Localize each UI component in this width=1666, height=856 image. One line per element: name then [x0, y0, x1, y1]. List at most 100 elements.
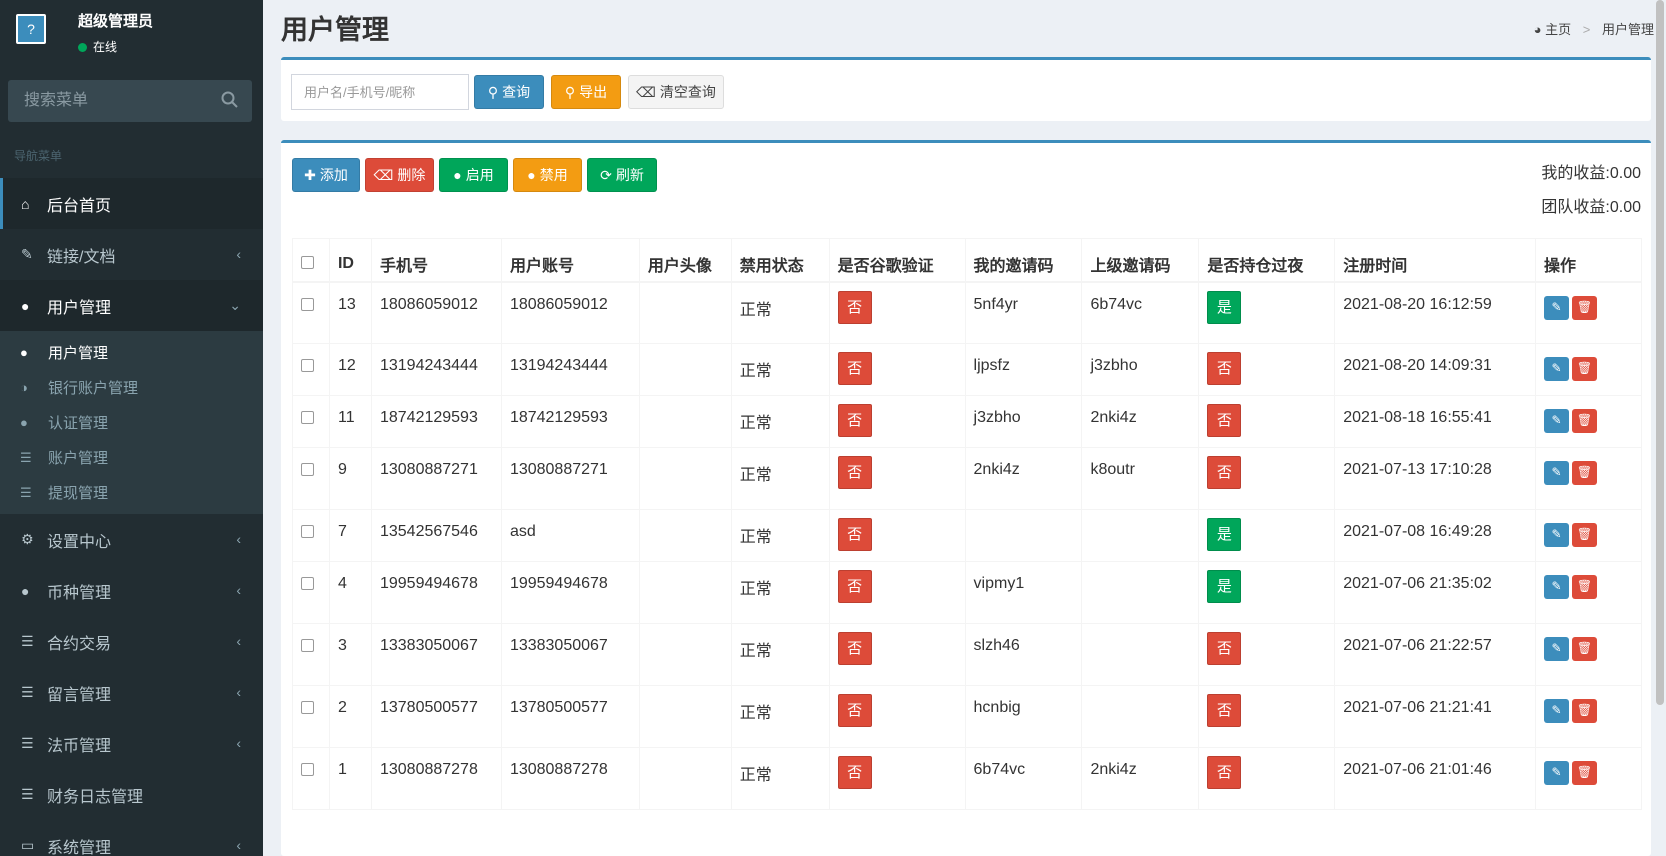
- sidebar-item-users[interactable]: ● 用户管理 ⌄: [0, 280, 263, 331]
- submenu-item-accounts[interactable]: ☰ 账户管理: [0, 440, 263, 475]
- table-row[interactable]: 13 18086059012 18086059012 正常否 5nf4yr 6b74vc 是…: [292, 281, 1642, 344]
- row-checkbox[interactable]: [301, 763, 314, 776]
- table-row[interactable]: 9 13080887271 13080887271 正常否 2nki4z k8outr 否 2…: [292, 447, 1642, 510]
- google-auth-toggle[interactable]: 否: [837, 570, 872, 603]
- google-auth-toggle[interactable]: 否: [837, 352, 872, 385]
- trash-icon[interactable]: 🗑: [1572, 461, 1598, 485]
- edit-icon[interactable]: ✎: [1544, 409, 1570, 433]
- sidebar-item-system[interactable]: ▭ 系统管理 ‹: [0, 820, 263, 856]
- column-header[interactable]: 用户头像: [638, 238, 732, 283]
- sidebar-item-links[interactable]: ✎ 链接/文档 ‹: [0, 229, 263, 280]
- sidebar-item-label: 用户管理: [47, 299, 112, 317]
- column-header[interactable]: ID: [328, 238, 372, 283]
- row-checkbox[interactable]: [301, 525, 314, 538]
- table-row[interactable]: 1 13080887278 13080887278 正常否 6b74vc 2nki4z 否 2…: [292, 747, 1642, 810]
- search-input[interactable]: [291, 74, 469, 110]
- row-checkbox[interactable]: [301, 639, 314, 652]
- menu-search-input[interactable]: [8, 80, 208, 122]
- trash-icon[interactable]: 🗑: [1572, 575, 1598, 599]
- column-header[interactable]: 手机号: [370, 238, 502, 283]
- column-header[interactable]: 我的邀请码: [964, 238, 1083, 283]
- overnight-toggle[interactable]: 是: [1207, 518, 1242, 551]
- column-header[interactable]: 注册时间: [1334, 238, 1537, 283]
- row-checkbox[interactable]: [301, 463, 314, 476]
- edit-icon[interactable]: ✎: [1544, 699, 1570, 723]
- status-cell: 正常: [730, 343, 830, 396]
- column-header[interactable]: 是否持仓过夜: [1198, 238, 1336, 283]
- overnight-toggle[interactable]: 否: [1207, 632, 1242, 665]
- row-checkbox[interactable]: [301, 577, 314, 590]
- breadcrumb-home[interactable]: 主页: [1545, 22, 1571, 37]
- google-auth-toggle[interactable]: 否: [837, 456, 872, 489]
- table-row[interactable]: 11 18742129593 18742129593 正常否 j3zbho 2nki4z 否…: [292, 395, 1642, 448]
- enable-button[interactable]: ● 启用: [439, 158, 508, 192]
- trash-icon[interactable]: 🗑: [1572, 637, 1598, 661]
- edit-icon[interactable]: ✎: [1544, 523, 1570, 547]
- sidebar-item-contracts[interactable]: ☰ 合约交易 ‹: [0, 616, 263, 667]
- overnight-toggle[interactable]: 否: [1207, 694, 1242, 727]
- sidebar-item-fiat[interactable]: ☰ 法币管理 ‹: [0, 718, 263, 769]
- sidebar-item-home[interactable]: ⌂ 后台首页: [0, 178, 263, 229]
- select-all-checkbox[interactable]: [301, 255, 314, 269]
- search-icon: ⚲: [487, 83, 499, 100]
- column-header[interactable]: 用户账号: [500, 238, 640, 283]
- submenu-item-withdrawals[interactable]: ☰ 提现管理: [0, 475, 263, 510]
- query-button[interactable]: ⚲ 查询: [474, 75, 544, 109]
- edit-icon[interactable]: ✎: [1544, 461, 1570, 485]
- google-auth-toggle[interactable]: 否: [837, 404, 872, 437]
- submenu-item-bank-accounts[interactable]: ◑ 银行账户管理: [0, 370, 263, 405]
- submenu-item-user-management[interactable]: ● 用户管理: [0, 335, 263, 370]
- trash-icon[interactable]: 🗑: [1572, 409, 1598, 433]
- trash-icon[interactable]: 🗑: [1572, 523, 1598, 547]
- google-auth-toggle[interactable]: 否: [837, 518, 872, 551]
- overnight-toggle[interactable]: 否: [1207, 456, 1242, 489]
- trash-icon[interactable]: 🗑: [1572, 295, 1598, 320]
- overnight-toggle[interactable]: 否: [1207, 756, 1242, 789]
- overnight-toggle[interactable]: 是: [1207, 290, 1242, 324]
- disable-button[interactable]: ● 禁用: [513, 158, 582, 192]
- trash-icon[interactable]: 🗑: [1572, 761, 1598, 785]
- table-row[interactable]: 12 13194243444 13194243444 正常否 ljpsfz j3zbho 否…: [292, 343, 1642, 396]
- table-row[interactable]: 2 13780500577 13780500577 正常否 hcnbig 否 2021-07…: [292, 685, 1642, 748]
- export-button[interactable]: ⚲ 导出: [551, 75, 621, 109]
- column-header[interactable]: 禁用状态: [730, 238, 830, 283]
- edit-icon[interactable]: ✎: [1544, 761, 1570, 785]
- chevron-left-icon: ‹: [236, 633, 241, 649]
- row-checkbox[interactable]: [301, 701, 314, 714]
- add-button[interactable]: ✚ 添加: [292, 158, 360, 192]
- edit-icon[interactable]: ✎: [1544, 357, 1570, 381]
- phone-cell: 18742129593: [370, 395, 502, 448]
- table-row[interactable]: 7 13542567546 asd 正常否是 2021-07-08 16:49:28 ✎ 🗑: [292, 509, 1642, 562]
- table-row[interactable]: 4 19959494678 19959494678 正常否 vipmy1 是 2021-07…: [292, 561, 1642, 624]
- delete-button[interactable]: ⌫ 删除: [365, 158, 434, 192]
- google-auth-toggle[interactable]: 否: [837, 632, 872, 665]
- trash-icon[interactable]: 🗑: [1572, 357, 1598, 381]
- sidebar-item-currency[interactable]: ● 币种管理 ‹: [0, 565, 263, 616]
- table-row[interactable]: 3 13383050067 13383050067 正常否 slzh46 否 2021-07…: [292, 623, 1642, 686]
- overnight-toggle[interactable]: 是: [1207, 570, 1242, 603]
- google-auth-toggle[interactable]: 否: [837, 756, 872, 789]
- column-header[interactable]: 是否谷歌验证: [828, 238, 966, 283]
- google-auth-toggle[interactable]: 否: [837, 694, 872, 727]
- row-checkbox[interactable]: [301, 297, 314, 311]
- row-checkbox[interactable]: [301, 359, 314, 372]
- search-icon[interactable]: [220, 90, 242, 112]
- submenu-item-verification[interactable]: ● 认证管理: [0, 405, 263, 440]
- sidebar-item-settings[interactable]: ⚙ 设置中心 ‹: [0, 514, 263, 565]
- edit-icon[interactable]: ✎: [1544, 575, 1570, 599]
- invite-code-cell: slzh46: [964, 623, 1083, 686]
- overnight-toggle[interactable]: 否: [1207, 352, 1242, 385]
- edit-icon[interactable]: ✎: [1544, 295, 1570, 320]
- google-auth-toggle[interactable]: 否: [837, 290, 872, 324]
- overnight-toggle[interactable]: 否: [1207, 404, 1242, 437]
- sidebar-item-messages[interactable]: ☰ 留言管理 ‹: [0, 667, 263, 718]
- column-header[interactable]: 上级邀请码: [1081, 238, 1200, 283]
- row-checkbox[interactable]: [301, 411, 314, 424]
- edit-icon[interactable]: ✎: [1544, 637, 1570, 661]
- trash-icon[interactable]: 🗑: [1572, 699, 1598, 723]
- sidebar-item-finance-log[interactable]: ☰ 财务日志管理: [0, 769, 263, 820]
- scrollbar[interactable]: [1656, 0, 1664, 705]
- sidebar-item-label: 合约交易: [47, 635, 112, 653]
- clear-search-button[interactable]: ⌫ 清空查询: [628, 75, 724, 109]
- refresh-button[interactable]: ⟳ 刷新: [587, 158, 657, 192]
